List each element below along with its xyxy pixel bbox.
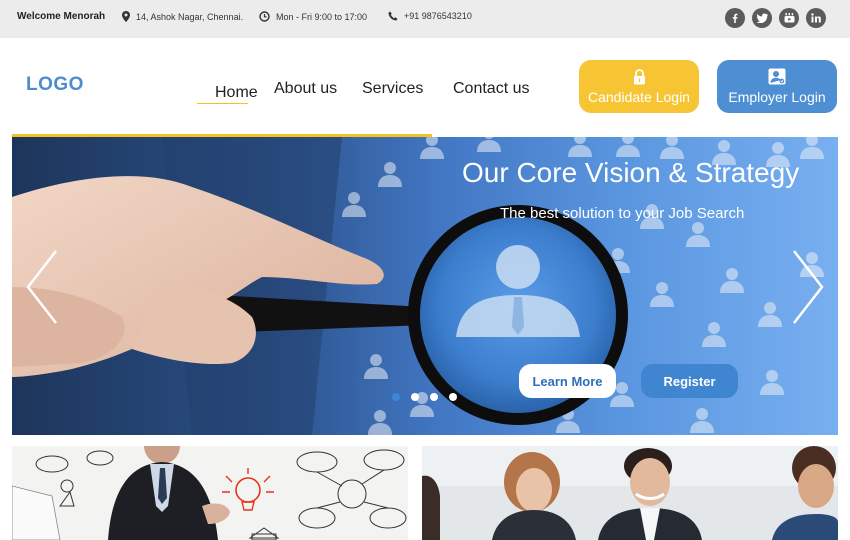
employer-badge-icon: [768, 68, 786, 85]
phone-text: +91 9876543210: [404, 11, 472, 21]
slider-dot-3[interactable]: [430, 393, 438, 401]
nav-about-us[interactable]: About us: [274, 80, 337, 98]
phone-info: +91 9876543210: [388, 11, 472, 21]
feature-image-team: [422, 446, 838, 540]
facebook-icon: [732, 13, 738, 23]
active-nav-underline: [197, 103, 248, 104]
hours-text: Mon - Fri 9:00 to 17:00: [276, 11, 368, 22]
employer-login-button[interactable]: Employer Login: [717, 60, 837, 113]
candidate-login-label: Candidate Login: [588, 88, 690, 105]
youtube-link[interactable]: [779, 8, 799, 28]
nav-services[interactable]: Services: [362, 80, 423, 98]
chevron-left-icon: [26, 250, 57, 324]
learn-more-button[interactable]: Learn More: [519, 364, 616, 398]
twitter-icon: [756, 13, 768, 23]
clock-icon: [259, 11, 270, 22]
slider-dot-2[interactable]: [411, 393, 419, 401]
feature-image-strategy: [12, 446, 408, 540]
nav-home[interactable]: Home: [215, 84, 258, 102]
hero-slider: Our Core Vision & Strategy The best solu…: [12, 137, 838, 435]
address-info: 14, Ashok Nagar, Chennai.: [122, 11, 243, 22]
linkedin-link[interactable]: [806, 8, 826, 28]
address-text: 14, Ashok Nagar, Chennai.: [136, 11, 244, 22]
employer-login-label: Employer Login: [728, 89, 826, 105]
top-bar: Welcome Menorah 14, Ashok Nagar, Chennai…: [0, 0, 850, 38]
hours-info: Mon - Fri 9:00 to 17:00: [259, 11, 367, 22]
chevron-right-icon: [793, 250, 824, 324]
nav-contact-us[interactable]: Contact us: [453, 80, 529, 98]
slider-dot-1[interactable]: [392, 393, 400, 401]
phone-icon: [388, 11, 398, 21]
slider-prev-arrow[interactable]: [22, 249, 62, 325]
candidate-login-button[interactable]: Candidate Login: [579, 60, 699, 113]
hero-subtitle: The best solution to your Job Search: [500, 205, 745, 222]
youtube-icon: [784, 13, 794, 23]
welcome-text: Welcome Menorah: [17, 11, 106, 22]
map-pin-icon: [122, 11, 130, 22]
slider-dot-4[interactable]: [449, 393, 457, 401]
business-team-image: [422, 446, 838, 540]
slider-dots: [392, 393, 457, 401]
linkedin-icon: [811, 13, 821, 23]
site-logo[interactable]: LOGO: [26, 74, 84, 96]
register-button[interactable]: Register: [641, 364, 738, 398]
businessman-sketch-image: [12, 446, 408, 540]
facebook-link[interactable]: [725, 8, 745, 28]
hero-title: Our Core Vision & Strategy: [462, 157, 800, 188]
twitter-link[interactable]: [752, 8, 772, 28]
lock-icon: [633, 68, 645, 84]
slider-next-arrow[interactable]: [788, 249, 828, 325]
